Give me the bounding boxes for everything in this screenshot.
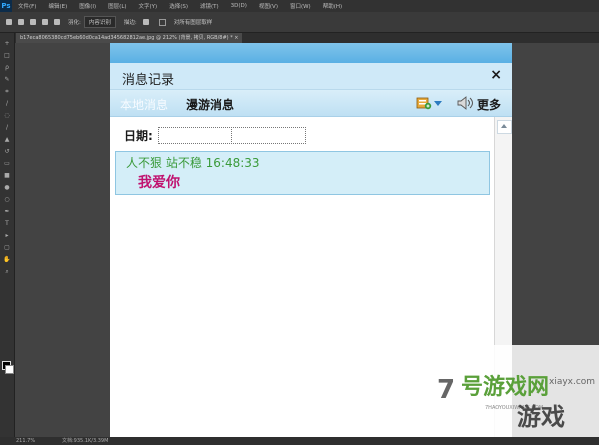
- hand-tool-icon[interactable]: ✋: [3, 257, 11, 263]
- path-select-tool-icon[interactable]: ▸: [3, 233, 11, 239]
- scroll-up-icon[interactable]: [497, 120, 512, 134]
- date-end-field[interactable]: [231, 127, 306, 144]
- sample-label: 描边:: [123, 20, 137, 26]
- menu-edit[interactable]: 编辑(E): [42, 2, 73, 10]
- tool-preset-icon[interactable]: [6, 19, 12, 25]
- healing-tool-icon[interactable]: ◌: [3, 113, 11, 119]
- dialog-title: 消息记录: [122, 73, 175, 88]
- tab-local-messages[interactable]: 本地消息: [120, 96, 168, 113]
- document-size: 文档:935.1K/3.39M: [62, 438, 109, 444]
- tab-roaming-messages[interactable]: 漫游消息: [186, 96, 234, 113]
- menu-help[interactable]: 帮助(H): [317, 2, 348, 10]
- message-manager-icon[interactable]: [416, 96, 432, 110]
- move-tool-icon[interactable]: +: [3, 41, 11, 47]
- date-start-field[interactable]: [158, 127, 232, 144]
- watermark-domain: xiayx.com: [549, 377, 596, 387]
- watermark-game: 游戏: [517, 403, 565, 431]
- watermark-number: 7: [437, 375, 456, 405]
- dialog-title-bar: 消息记录 ×: [110, 63, 512, 90]
- close-icon[interactable]: ×: [490, 67, 502, 83]
- document-tab[interactable]: b17eca8065380cd75eb60d0ca14ad345682812ae…: [16, 33, 243, 43]
- intersect-selection-icon[interactable]: [54, 19, 60, 25]
- menu-filter[interactable]: 滤镜(T): [194, 2, 225, 10]
- gradient-tool-icon[interactable]: ■: [3, 173, 11, 179]
- crop-tool-icon[interactable]: ⌗: [3, 89, 11, 95]
- zoom-level[interactable]: 211.7%: [16, 437, 35, 445]
- type-tool-icon[interactable]: T: [3, 221, 11, 227]
- all-layers-checkbox[interactable]: [158, 18, 166, 26]
- status-bar: 211.7% 文档:935.1K/3.39M: [0, 437, 599, 445]
- watermark: 7 号游戏网 xiayx.com 7HAOYOUXIWANG.COM 游戏: [399, 345, 599, 445]
- message-tabs: 本地消息 漫游消息 更多: [110, 90, 512, 117]
- history-brush-tool-icon[interactable]: ↺: [3, 149, 11, 155]
- eyedropper-tool-icon[interactable]: /: [3, 101, 11, 107]
- menu-window[interactable]: 窗口(W): [284, 2, 317, 10]
- more-button[interactable]: 更多: [477, 96, 501, 113]
- document-tab-bar: b17eca8065380cd75eb60d0ca14ad345682812ae…: [14, 33, 599, 43]
- stamp-tool-icon[interactable]: ▲: [3, 137, 11, 143]
- pen-tool-icon[interactable]: ✒: [3, 209, 11, 215]
- speaker-icon[interactable]: [456, 95, 474, 111]
- gear-icon[interactable]: [142, 19, 149, 25]
- blur-tool-icon[interactable]: ●: [3, 185, 11, 191]
- marquee-tool-icon[interactable]: □: [3, 53, 11, 59]
- chevron-down-icon[interactable]: [434, 101, 442, 106]
- feather-select[interactable]: 内容识别: [83, 16, 116, 28]
- menu-image[interactable]: 图像(I): [73, 2, 102, 10]
- menu-3d[interactable]: 3D(D): [225, 3, 253, 9]
- tools-panel: + □ ρ ✎ ⌗ / ◌ / ▲ ↺ ▭ ■ ● ○ ✒ T ▸ ▢ ✋ ⌕: [0, 33, 15, 437]
- all-layers-label: 对所有图层取样: [173, 20, 213, 26]
- menu-select[interactable]: 选择(S): [163, 2, 194, 10]
- menu-view[interactable]: 视图(V): [253, 2, 284, 10]
- add-selection-icon[interactable]: [30, 19, 36, 25]
- zoom-tool-icon[interactable]: ⌕: [3, 269, 11, 275]
- options-bar: 羽化: 内容识别 描边: 对所有图层取样: [0, 12, 599, 33]
- menu-bar: Ps 文件(F) 编辑(E) 图像(I) 图层(L) 文字(Y) 选择(S) 滤…: [0, 0, 599, 12]
- photoshop-logo: Ps: [0, 0, 12, 12]
- quick-select-tool-icon[interactable]: ✎: [3, 77, 11, 83]
- message-item[interactable]: 人不狠 站不稳 16:48:33 我爱你: [115, 151, 490, 195]
- new-selection-icon[interactable]: [18, 19, 24, 25]
- feather-label: 羽化:: [68, 20, 81, 26]
- window-top-bar: [110, 43, 512, 63]
- message-text: 我爱你: [138, 175, 180, 191]
- message-sender-time: 人不狠 站不稳 16:48:33: [126, 156, 260, 170]
- date-label: 日期:: [124, 129, 153, 143]
- eraser-tool-icon[interactable]: ▭: [3, 161, 11, 167]
- menu-type[interactable]: 文字(Y): [133, 2, 164, 10]
- menu-layer[interactable]: 图层(L): [102, 2, 132, 10]
- menu-file[interactable]: 文件(F): [12, 2, 42, 10]
- subtract-selection-icon[interactable]: [42, 19, 48, 25]
- dodge-tool-icon[interactable]: ○: [3, 197, 11, 203]
- lasso-tool-icon[interactable]: ρ: [3, 65, 11, 71]
- shape-tool-icon[interactable]: ▢: [3, 245, 11, 251]
- brush-tool-icon[interactable]: /: [3, 125, 11, 131]
- background-color-swatch[interactable]: [5, 365, 14, 374]
